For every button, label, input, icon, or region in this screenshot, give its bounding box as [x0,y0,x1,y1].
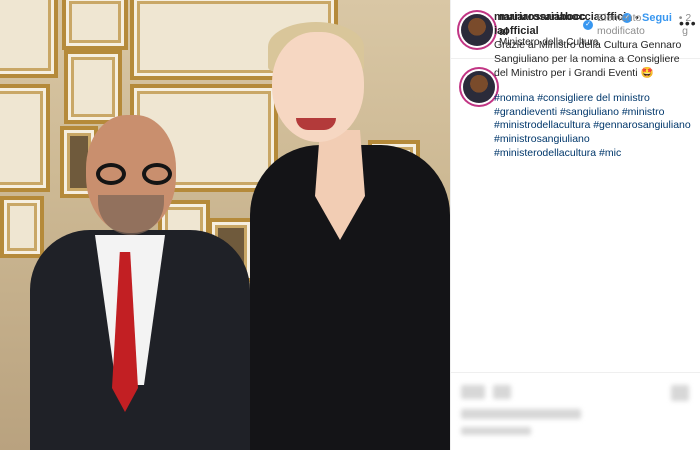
wall-frame [0,0,58,78]
post-time[interactable]: • 2 g [678,12,692,38]
caption-text: Grazie al Ministro della Cultura Gennaro… [494,39,682,79]
blurred-icon [671,385,689,401]
lips [296,118,336,130]
verified-badge-icon: ✓ [583,20,593,30]
glasses [96,163,172,187]
beard [98,195,164,235]
post-sidebar: mariarosariabocciaofficial ✓ • Segui •••… [450,0,700,450]
profile-avatar[interactable] [461,14,493,46]
blurred-icon [493,385,511,399]
blurred-text [461,409,581,419]
wall-frame [0,84,50,192]
edited-label: Elemento modificato [597,12,645,37]
caption-hashtags[interactable]: #nomina #consigliere del ministro #grand… [494,92,694,161]
blurred-comments-area [451,372,700,451]
post-photo [0,0,450,450]
caption-username[interactable]: mariarosariabocciaofficial [494,10,586,38]
caption-avatar[interactable] [463,71,495,103]
wall-frame [62,0,128,50]
wall-frame [0,196,44,258]
blurred-text [461,427,531,435]
blurred-icon [461,385,485,399]
wall-frame [64,50,122,124]
